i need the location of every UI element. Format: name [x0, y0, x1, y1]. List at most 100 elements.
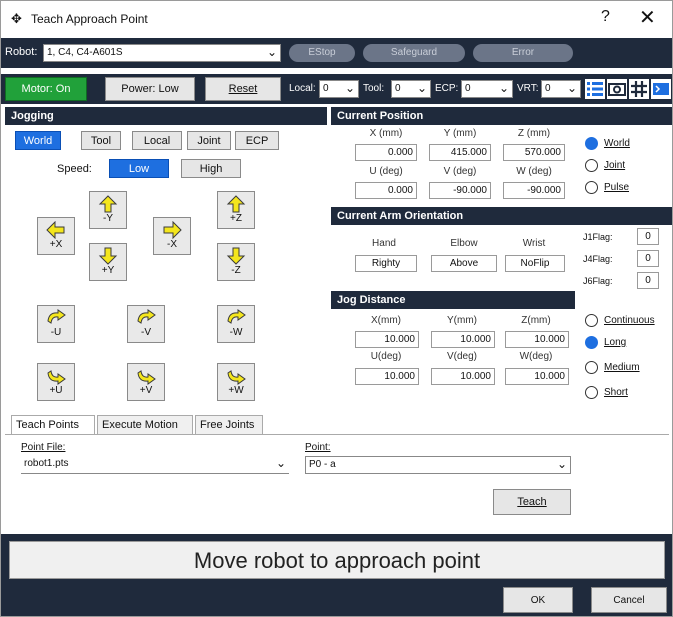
tool-select[interactable]: 0 ⌄	[391, 80, 431, 98]
dist-w-input[interactable]: 10.000	[505, 368, 569, 385]
help-button[interactable]: ?	[601, 8, 610, 26]
rotate-icon	[137, 309, 156, 324]
chevron-down-icon: ⌄	[556, 457, 567, 471]
jog-minus-w-button[interactable]: -W	[217, 305, 255, 343]
grid-icon[interactable]	[629, 79, 649, 99]
jog-plus-x-button[interactable]: +X	[37, 217, 75, 255]
pos-z-header: Z (mm)	[517, 128, 551, 139]
vrt-value: 0	[545, 83, 551, 94]
dist-medium-radio[interactable]	[585, 361, 598, 374]
close-button[interactable]: ✕	[639, 5, 656, 30]
pos-v-value: -90.000	[429, 182, 491, 199]
rotate-icon	[227, 370, 246, 385]
power-low-button[interactable]: Power: Low	[105, 77, 195, 101]
vrt-select[interactable]: 0 ⌄	[541, 80, 581, 98]
jog-plus-u-button[interactable]: +U	[37, 363, 75, 401]
pos-pulse-radio[interactable]	[585, 181, 598, 194]
dist-medium-label: Medium	[604, 362, 640, 373]
camera-icon[interactable]	[607, 79, 627, 99]
rotate-icon	[47, 309, 66, 324]
arrow-up-icon	[226, 195, 246, 213]
j1flag-value: 0	[637, 228, 659, 245]
jog-plus-z-button[interactable]: +Z	[217, 191, 255, 229]
jog-minus-y-button[interactable]: -Y	[89, 191, 127, 229]
teach-label: Teach	[517, 496, 547, 508]
speed-low-button[interactable]: Low	[109, 159, 169, 178]
point-select[interactable]: P0 - a ⌄	[305, 456, 571, 474]
local-select[interactable]: 0 ⌄	[319, 80, 359, 98]
ok-button[interactable]: OK	[503, 587, 573, 613]
tool-value: 0	[395, 83, 401, 94]
status-message: Move robot to approach point	[9, 541, 665, 579]
point-label: Point:	[305, 442, 331, 453]
jogging-header: Jogging	[5, 107, 327, 125]
mode-ecp-button[interactable]: ECP	[235, 131, 279, 150]
ecp-value: 0	[465, 83, 471, 94]
move-icon: ✥	[11, 11, 22, 26]
dist-v-input[interactable]: 10.000	[431, 368, 495, 385]
jog-minus-u-button[interactable]: -U	[37, 305, 75, 343]
ecp-label: ECP:	[435, 83, 459, 94]
jog-plus-w-button[interactable]: +W	[217, 363, 255, 401]
chevron-down-icon: ⌄	[566, 81, 577, 95]
wrist-header: Wrist	[522, 238, 546, 249]
robot-select[interactable]: 1, C4, C4-A601S ⌄	[43, 44, 281, 62]
jog-plus-v-button[interactable]: +V	[127, 363, 165, 401]
chevron-down-icon: ⌄	[416, 81, 427, 95]
motor-on-button[interactable]: Motor: On	[5, 77, 87, 101]
mode-joint-button[interactable]: Joint	[187, 131, 231, 150]
rotate-icon	[137, 370, 156, 385]
pos-v-header: V (deg)	[443, 166, 477, 177]
jog-label: +U	[49, 385, 63, 396]
point-file-select[interactable]: robot1.pts ⌄	[21, 456, 289, 474]
pos-z-value: 570.000	[503, 144, 565, 161]
jog-label: -X	[167, 239, 177, 250]
dist-x-input[interactable]: 10.000	[355, 331, 419, 348]
dist-short-label: Short	[604, 387, 628, 398]
terminal-icon[interactable]	[651, 79, 671, 99]
jog-minus-v-button[interactable]: -V	[127, 305, 165, 343]
j4flag-value: 0	[637, 250, 659, 267]
mode-world-button[interactable]: World	[15, 131, 61, 150]
window-title: Teach Approach Point	[31, 12, 148, 26]
dist-long-label: Long	[604, 337, 627, 348]
mode-tool-button[interactable]: Tool	[81, 131, 121, 150]
reset-button[interactable]: Reset	[205, 77, 281, 101]
pos-joint-radio[interactable]	[585, 159, 598, 172]
point-value: P0 - a	[309, 459, 336, 470]
mode-local-button[interactable]: Local	[132, 131, 182, 150]
arrow-left-icon	[46, 221, 65, 239]
dist-u-header: U(deg)	[370, 351, 402, 362]
pos-y-value: 415.000	[429, 144, 491, 161]
robot-toolbar: Robot: 1, C4, C4-A601S ⌄ EStop Safeguard…	[1, 38, 672, 68]
pos-w-header: W (deg)	[516, 166, 552, 177]
teach-button[interactable]: Teach	[493, 489, 571, 515]
tab-execute-motion[interactable]: Execute Motion	[97, 415, 193, 435]
dist-y-input[interactable]: 10.000	[431, 331, 495, 348]
pos-x-header: X (mm)	[369, 128, 403, 139]
list-view-icon[interactable]	[585, 79, 605, 99]
arrow-right-icon	[163, 221, 182, 239]
tab-teach-points[interactable]: Teach Points	[11, 415, 95, 435]
dist-x-header: X(mm)	[371, 315, 401, 326]
cancel-button[interactable]: Cancel	[591, 587, 667, 613]
dist-short-radio[interactable]	[585, 386, 598, 399]
dist-continuous-radio[interactable]	[585, 314, 598, 327]
jog-minus-z-button[interactable]: -Z	[217, 243, 255, 281]
dist-z-input[interactable]: 10.000	[505, 331, 569, 348]
speed-high-button[interactable]: High	[181, 159, 241, 178]
ecp-select[interactable]: 0 ⌄	[461, 80, 513, 98]
tab-free-joints[interactable]: Free Joints	[195, 415, 263, 435]
dist-u-input[interactable]: 10.000	[355, 368, 419, 385]
elbow-header: Elbow	[450, 238, 478, 249]
jog-label: -Y	[103, 213, 113, 224]
jog-minus-x-button[interactable]: -X	[153, 217, 191, 255]
j4flag-label: J4Flag:	[583, 254, 613, 264]
estop-indicator: EStop	[289, 44, 355, 62]
dist-w-header: W(deg)	[519, 351, 553, 362]
pos-world-radio[interactable]	[585, 137, 598, 150]
jog-label: +V	[139, 385, 153, 396]
jog-plus-y-button[interactable]: +Y	[89, 243, 127, 281]
j1flag-label: J1Flag:	[583, 232, 613, 242]
dist-long-radio[interactable]	[585, 336, 598, 349]
